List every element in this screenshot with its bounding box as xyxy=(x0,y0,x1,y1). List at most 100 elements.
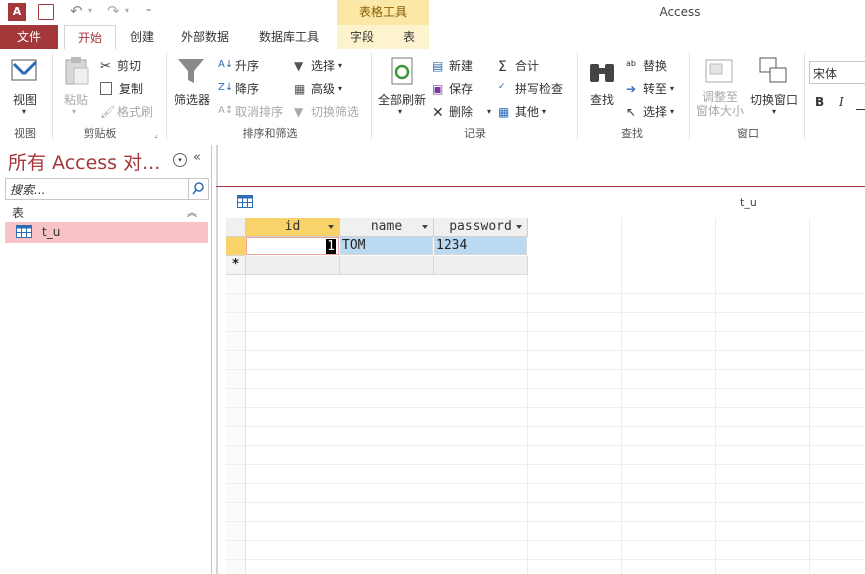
selection-filter-icon: ▼ xyxy=(294,58,304,73)
format-painter-button[interactable]: 🖌 格式刷 xyxy=(100,103,153,120)
column-header-id[interactable]: id xyxy=(246,218,340,237)
document-tab-table-icon xyxy=(237,195,253,208)
record-selector[interactable] xyxy=(226,237,246,256)
more-dropdown-icon: ▾ xyxy=(542,107,547,116)
column-dropdown-icon[interactable] xyxy=(328,225,334,229)
refresh-dropdown-icon[interactable]: ▾ xyxy=(398,107,402,116)
column-header-name[interactable]: name xyxy=(340,218,434,237)
cut-button[interactable]: ✂ 剪切 xyxy=(100,57,141,74)
find-button[interactable]: 查找 xyxy=(584,91,620,108)
switch-windows-dropdown-icon[interactable]: ▾ xyxy=(772,107,776,116)
refresh-all-icon xyxy=(391,57,413,85)
tab-home[interactable]: 开始 xyxy=(64,25,116,50)
goto-button[interactable]: ➔ 转至 ▾ xyxy=(626,80,674,97)
new-record-cell-id[interactable] xyxy=(246,256,340,275)
grid-line xyxy=(226,293,865,294)
spelling-button[interactable]: ✓ 拼写检查 xyxy=(498,80,563,97)
table-cell-password[interactable]: 1234 xyxy=(434,237,527,255)
grid-line xyxy=(226,331,865,332)
paste-button[interactable]: 粘贴 xyxy=(58,91,94,108)
select-button[interactable]: ↖ 选择 ▾ xyxy=(626,103,674,120)
size-to-fit-button[interactable]: 调整至 窗体大小 xyxy=(694,90,746,118)
view-dropdown-icon[interactable]: ▾ xyxy=(22,107,26,116)
group-separator xyxy=(371,53,372,139)
search-icon[interactable] xyxy=(188,179,208,199)
sort-ascending-button[interactable]: A↓ 升序 xyxy=(218,57,259,74)
font-name-combobox[interactable]: 宋体 xyxy=(809,61,865,84)
column-dropdown-icon[interactable] xyxy=(516,225,522,229)
selection-button[interactable]: ▼ 选择 ▾ xyxy=(294,57,342,74)
new-record-selector[interactable]: * xyxy=(226,256,246,275)
view-button[interactable]: 视图 xyxy=(8,91,42,108)
filter-icon xyxy=(178,59,204,83)
totals-button[interactable]: Σ 合计 xyxy=(498,57,539,75)
group-label-records: 记录 xyxy=(464,127,486,140)
cursor-icon: ↖ xyxy=(626,104,637,119)
delete-record-button[interactable]: ✕ 删除 ▾ xyxy=(432,103,491,121)
nav-menu-dropdown-icon[interactable]: ▾ xyxy=(173,153,187,167)
underline-button[interactable] xyxy=(856,95,865,110)
nav-search-input[interactable]: 搜索... xyxy=(5,178,209,200)
select-all-corner[interactable] xyxy=(226,218,246,237)
more-button[interactable]: ▦ 其他 ▾ xyxy=(498,103,546,120)
group-separator xyxy=(166,53,167,139)
table-cell-id[interactable]: 1 xyxy=(246,237,339,255)
table-cell-name[interactable]: TOM xyxy=(340,237,433,255)
column-dropdown-icon[interactable] xyxy=(422,225,428,229)
filter-button[interactable]: 筛选器 xyxy=(170,91,214,108)
binoculars-icon xyxy=(590,64,614,82)
refresh-all-button[interactable]: 全部刷新 xyxy=(376,91,428,108)
redo-dropdown-icon[interactable]: ▾ xyxy=(125,6,129,15)
sigma-icon: Σ xyxy=(498,58,507,75)
customize-toolbar-icon[interactable]: ₌ xyxy=(146,4,151,15)
grid-line xyxy=(527,256,528,574)
paste-dropdown-icon[interactable]: ▾ xyxy=(72,107,76,116)
nav-group-header-tables[interactable]: 表 xyxy=(12,204,24,221)
undo-dropdown-icon[interactable]: ▾ xyxy=(88,6,92,15)
more-grid-icon: ▦ xyxy=(498,104,510,119)
sort-descending-button[interactable]: Z↓ 降序 xyxy=(218,80,259,97)
table-icon xyxy=(16,225,32,238)
replace-button[interactable]: ab 替换 xyxy=(626,57,667,74)
datasheet-grid[interactable]: id name password 1 TOM 1234 * xyxy=(226,218,865,574)
redo-icon[interactable]: ↷ xyxy=(107,2,120,20)
new-record-cell-password[interactable] xyxy=(434,256,528,275)
tab-create[interactable]: 创建 xyxy=(122,25,162,49)
save-record-icon: ▣ xyxy=(432,81,444,96)
advanced-button[interactable]: ▦ 高级 ▾ xyxy=(294,80,342,97)
group-label-clipboard: 剪贴板 xyxy=(83,127,117,140)
dialog-launcher-icon[interactable]: ⌟ xyxy=(154,130,158,139)
toggle-filter-button[interactable]: ▼ 切换筛选 xyxy=(294,103,359,120)
copy-button[interactable]: 复制 xyxy=(100,80,143,97)
save-icon[interactable] xyxy=(38,4,54,20)
tab-file[interactable]: 文件 xyxy=(0,25,58,49)
advanced-dropdown-icon: ▾ xyxy=(338,84,343,93)
collapse-group-icon[interactable]: ︽ xyxy=(187,204,197,219)
undo-icon[interactable]: ↶ xyxy=(70,2,83,20)
nav-pane-title[interactable]: 所有 Access 对... xyxy=(8,148,160,175)
contextual-tab-header: 表格工具 xyxy=(337,0,429,25)
remove-sort-button[interactable]: A↕ 取消排序 xyxy=(218,103,283,120)
view-icon xyxy=(11,59,38,81)
group-separator xyxy=(804,53,805,139)
save-record-button[interactable]: ▣ 保存 xyxy=(432,80,473,97)
tab-external-data[interactable]: 外部数据 xyxy=(174,25,236,49)
document-tab-title[interactable]: t_u xyxy=(740,196,757,209)
italic-button[interactable]: I xyxy=(839,95,844,109)
group-label-window: 窗口 xyxy=(737,127,759,140)
grid-line xyxy=(226,540,865,541)
bold-button[interactable]: B xyxy=(815,95,824,109)
new-record-cell-name[interactable] xyxy=(340,256,434,275)
group-label-view: 视图 xyxy=(14,127,36,140)
switch-windows-button[interactable]: 切换窗口 xyxy=(748,91,800,108)
tab-table[interactable]: 表 xyxy=(395,25,423,49)
nav-item-table-t_u[interactable]: t_u xyxy=(5,222,208,243)
tab-fields[interactable]: 字段 xyxy=(343,25,381,49)
column-header-password[interactable]: password xyxy=(434,218,528,237)
new-record-button[interactable]: ▤ 新建 xyxy=(432,57,473,74)
document-tab-underline xyxy=(216,186,865,187)
tab-database-tools[interactable]: 数据库工具 xyxy=(252,25,326,49)
grid-line xyxy=(226,426,865,427)
grid-line xyxy=(226,445,865,446)
shutter-bar-collapse-icon[interactable]: « xyxy=(193,150,201,165)
